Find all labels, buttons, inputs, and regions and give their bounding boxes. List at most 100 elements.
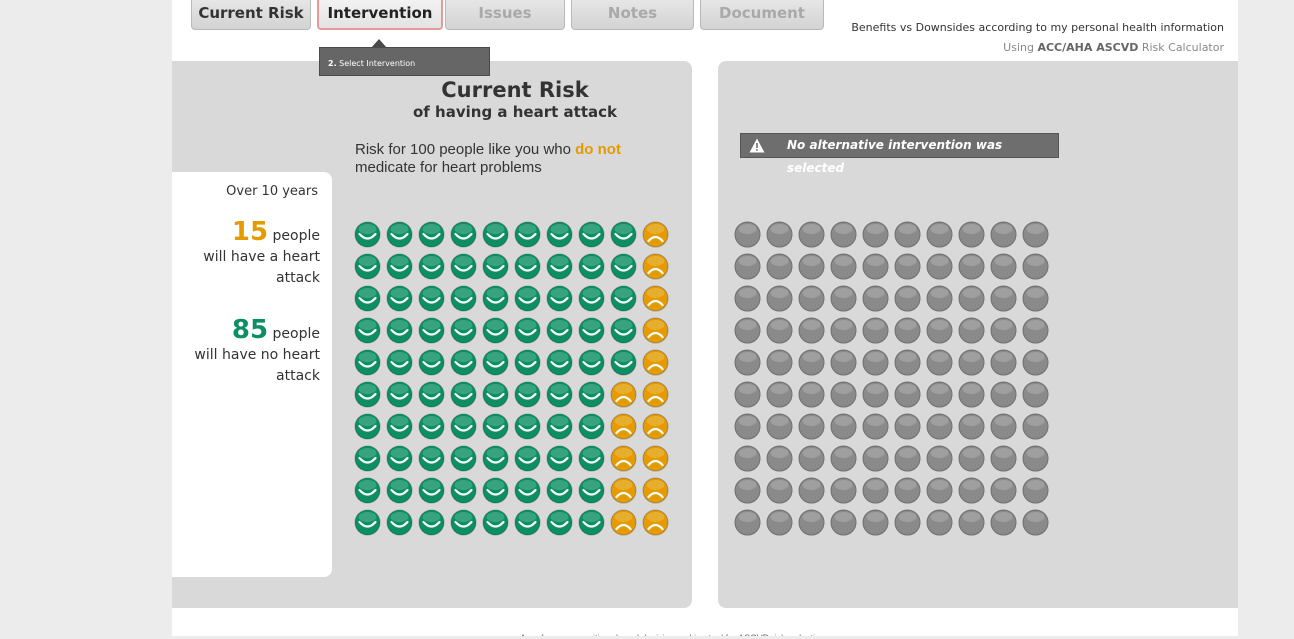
header-info: Benefits vs Downsides according to my pe… (851, 18, 1224, 58)
placeholder-face-icon (1022, 349, 1049, 376)
placeholder-face-icon (798, 349, 825, 376)
no-heart-attack-face-icon (514, 445, 541, 472)
no-heart-attack-face-icon (546, 221, 573, 248)
intervention-pictograph (734, 221, 1054, 541)
placeholder-face-icon (862, 381, 889, 408)
placeholder-face-icon (734, 349, 761, 376)
no-heart-attack-face-icon (546, 317, 573, 344)
no-heart-attack-face-icon (482, 317, 509, 344)
placeholder-face-icon (990, 381, 1017, 408)
no-heart-attack-face-icon (354, 349, 381, 376)
desc-after: medicate for heart problems (355, 159, 542, 176)
no-heart-attack-face-icon (386, 285, 413, 312)
no-heart-attack-face-icon (482, 509, 509, 536)
warning-triangle-icon (749, 138, 765, 153)
no-heart-attack-face-icon (578, 445, 605, 472)
placeholder-face-icon (926, 317, 953, 344)
calculator-suffix: Risk Calculator (1141, 41, 1224, 54)
no-heart-attack-face-icon (482, 285, 509, 312)
placeholder-face-icon (990, 413, 1017, 440)
placeholder-face-icon (830, 445, 857, 472)
placeholder-face-icon (830, 253, 857, 280)
risk-summary-card: Over 10 years 15 people will have a hear… (172, 172, 332, 577)
placeholder-face-icon (1022, 445, 1049, 472)
no-heart-attack-face-icon (386, 253, 413, 280)
no-heart-attack-face-icon (578, 477, 605, 504)
placeholder-face-icon (862, 317, 889, 344)
no-heart-attack-face-icon (418, 477, 445, 504)
no-heart-attack-face-icon (386, 445, 413, 472)
tab-notes[interactable]: Notes (571, 0, 694, 30)
no-heart-attack-face-icon (418, 413, 445, 440)
placeholder-face-icon (734, 381, 761, 408)
placeholder-face-icon (798, 253, 825, 280)
placeholder-face-icon (894, 349, 921, 376)
placeholder-face-icon (990, 509, 1017, 536)
heart-attack-face-icon (642, 221, 669, 248)
no-heart-attack-face-icon (546, 381, 573, 408)
placeholder-face-icon (766, 349, 793, 376)
calculator-name: ACC/AHA ASCVD (1037, 41, 1139, 54)
no-heart-attack-face-icon (354, 221, 381, 248)
no-heart-attack-face-icon (514, 221, 541, 248)
no-heart-attack-face-icon (418, 285, 445, 312)
panel-bottom (172, 608, 1238, 636)
heart-attack-face-icon (610, 381, 637, 408)
placeholder-face-icon (894, 445, 921, 472)
no-heart-attack-face-icon (578, 413, 605, 440)
placeholder-face-icon (862, 285, 889, 312)
heart-attack-face-icon (610, 477, 637, 504)
tab-current-risk[interactable]: Current Risk (191, 0, 311, 30)
no-heart-attack-face-icon (578, 285, 605, 312)
header-description: Benefits vs Downsides according to my pe… (851, 21, 1224, 34)
placeholder-face-icon (926, 445, 953, 472)
no-heart-attack-face-icon (354, 381, 381, 408)
placeholder-face-icon (798, 477, 825, 504)
desc-highlight: do not (575, 141, 621, 158)
placeholder-face-icon (766, 285, 793, 312)
no-heart-attack-count: 85 (231, 315, 269, 345)
placeholder-face-icon (958, 413, 985, 440)
header-calculator: Using ACC/AHA ASCVD Risk Calculator (851, 38, 1224, 58)
placeholder-face-icon (766, 445, 793, 472)
no-heart-attack-face-icon (482, 477, 509, 504)
placeholder-face-icon (990, 221, 1017, 248)
placeholder-face-icon (766, 221, 793, 248)
placeholder-face-icon (830, 477, 857, 504)
placeholder-face-icon (798, 381, 825, 408)
no-heart-attack-face-icon (546, 477, 573, 504)
no-heart-attack-face-icon (546, 413, 573, 440)
no-heart-attack-face-icon (546, 445, 573, 472)
no-heart-attack-face-icon (610, 317, 637, 344)
placeholder-face-icon (766, 317, 793, 344)
placeholder-face-icon (734, 509, 761, 536)
placeholder-face-icon (958, 317, 985, 344)
heart-attack-face-icon (642, 349, 669, 376)
no-heart-attack-face-icon (546, 285, 573, 312)
tab-intervention[interactable]: Intervention (317, 0, 443, 30)
no-heart-attack-stat: 85 people will have no heart attack (180, 317, 320, 387)
placeholder-face-icon (830, 317, 857, 344)
tab-document[interactable]: Document (700, 0, 824, 30)
placeholder-face-icon (1022, 477, 1049, 504)
placeholder-face-icon (766, 509, 793, 536)
no-heart-attack-face-icon (610, 285, 637, 312)
placeholder-face-icon (734, 285, 761, 312)
no-heart-attack-face-icon (610, 349, 637, 376)
no-heart-attack-face-icon (450, 445, 477, 472)
no-heart-attack-face-icon (482, 381, 509, 408)
placeholder-face-icon (990, 477, 1017, 504)
no-heart-attack-face-icon (386, 381, 413, 408)
no-heart-attack-face-icon (610, 253, 637, 280)
placeholder-face-icon (734, 445, 761, 472)
warning-text: No alternative intervention was selected (787, 138, 1003, 175)
placeholder-face-icon (926, 221, 953, 248)
placeholder-face-icon (990, 349, 1017, 376)
no-heart-attack-face-icon (418, 317, 445, 344)
heart-attack-face-icon (642, 317, 669, 344)
placeholder-face-icon (798, 413, 825, 440)
placeholder-face-icon (1022, 509, 1049, 536)
tab-issues[interactable]: Issues (445, 0, 565, 30)
placeholder-face-icon (798, 317, 825, 344)
placeholder-face-icon (894, 381, 921, 408)
